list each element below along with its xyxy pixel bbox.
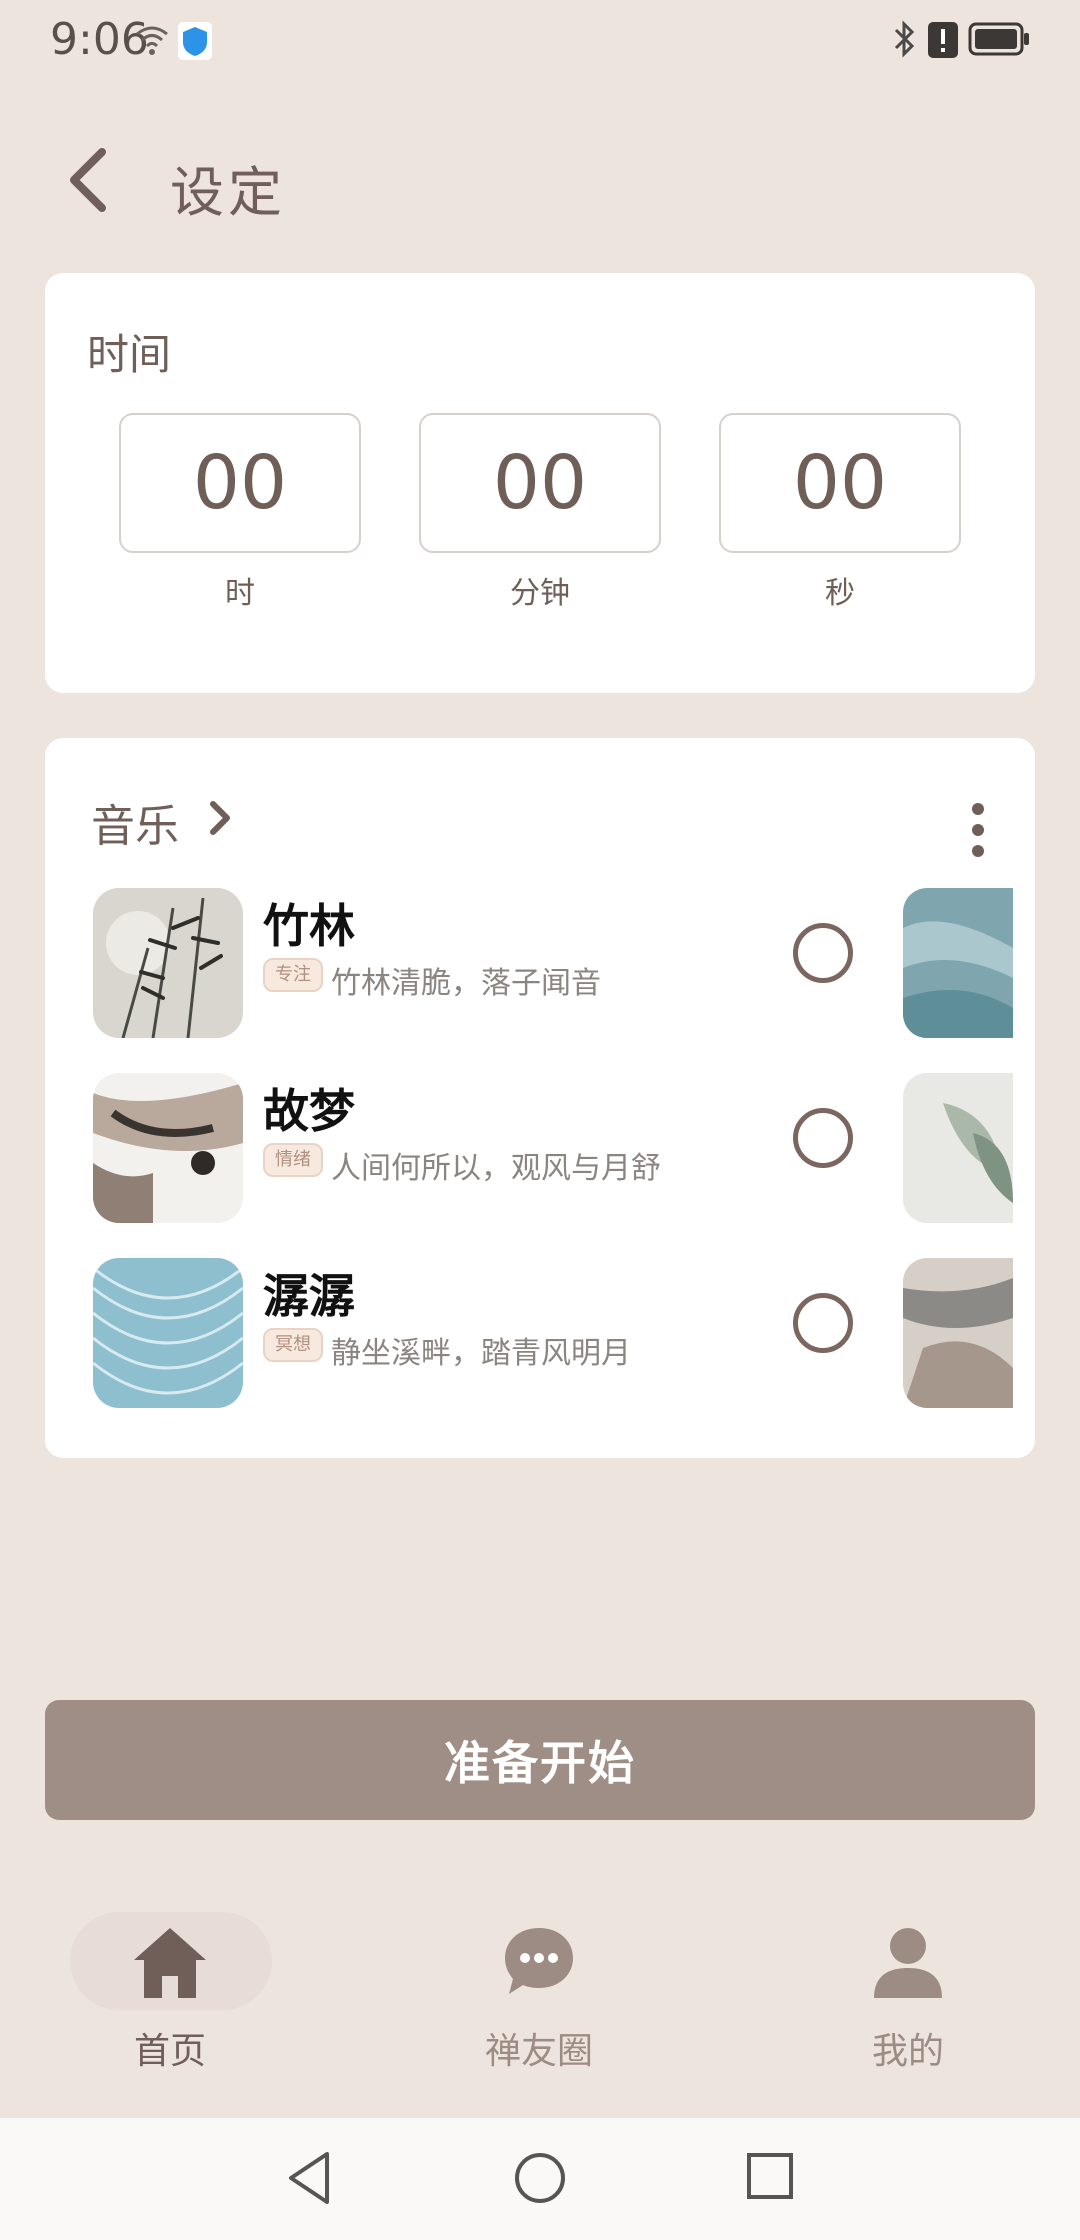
track-description: 人间何所以，观风与月舒: [331, 1151, 661, 1186]
track-item[interactable]: 竹林 专注 竹林清脆，落子闻音: [93, 888, 853, 1038]
home-icon: [134, 1928, 206, 1998]
track-description: 竹林清脆，落子闻音: [331, 966, 601, 1001]
track-tag: 专注: [263, 958, 323, 992]
nav-label-home: 首页: [133, 2031, 206, 2072]
track-select-radio[interactable]: [793, 1108, 853, 1168]
bluetooth-icon: [894, 20, 915, 58]
minutes-input[interactable]: 00: [419, 413, 661, 553]
more-options-icon[interactable]: [963, 800, 993, 860]
system-recents-icon[interactable]: [746, 2152, 794, 2200]
track-thumbnail-water: [93, 1258, 243, 1408]
track-select-radio[interactable]: [793, 1293, 853, 1353]
track-item[interactable]: 潺潺 冥想 静坐溪畔，踏青风明月: [93, 1258, 853, 1408]
system-home-icon[interactable]: [514, 2152, 566, 2204]
track-thumbnail-bamboo: [93, 888, 243, 1038]
music-title[interactable]: 音乐: [91, 790, 179, 854]
person-icon: [874, 1928, 942, 1998]
page-title: 设定: [170, 161, 286, 224]
wifi-icon: [136, 26, 168, 55]
screen: 9:06 设定 时间 00 时 00 分钟 00 秒 音乐 竹林 专注 竹林清脆…: [0, 0, 1080, 2240]
nav-label-community: 禅友圈: [484, 2031, 593, 2072]
shield-icon: [178, 22, 212, 60]
time-card-title: 时间: [87, 330, 172, 379]
battery-icon: [968, 22, 1029, 56]
alert-icon: [928, 22, 958, 58]
seconds-label: 秒: [825, 576, 855, 611]
track-description: 静坐溪畔，踏青风明月: [331, 1336, 631, 1371]
track-thumbnail-ink: [93, 1073, 243, 1223]
minutes-label: 分钟: [510, 576, 570, 611]
track-thumbnail-peek[interactable]: [903, 888, 1013, 1038]
time-card: 时间 00 时 00 分钟 00 秒: [45, 273, 1035, 693]
back-button[interactable]: [62, 140, 122, 220]
track-item[interactable]: 故梦 情绪 人间何所以，观风与月舒: [93, 1073, 853, 1223]
track-name: 故梦: [263, 1084, 355, 1138]
hours-input[interactable]: 00: [119, 413, 361, 553]
track-name: 潺潺: [263, 1269, 355, 1323]
track-name: 竹林: [263, 899, 355, 953]
nav-label-profile: 我的: [871, 2031, 944, 2072]
track-thumbnail-peek[interactable]: [903, 1258, 1013, 1408]
track-thumbnail-peek[interactable]: [903, 1073, 1013, 1223]
seconds-input[interactable]: 00: [719, 413, 961, 553]
system-nav-bar: [0, 2118, 1080, 2240]
music-card: 音乐 竹林 专注 竹林清脆，落子闻音 故梦 情绪 人间何所以，观风与月舒 潺潺 …: [45, 738, 1035, 1458]
nav-item-community[interactable]: 禅友圈: [429, 1912, 649, 2102]
track-select-radio[interactable]: [793, 923, 853, 983]
chat-bubble-icon: [505, 1928, 573, 1994]
system-back-icon[interactable]: [285, 2148, 335, 2208]
status-bar: 9:06: [0, 0, 1080, 80]
track-tag: 情绪: [263, 1143, 323, 1177]
track-tag: 冥想: [263, 1328, 323, 1362]
start-button[interactable]: 准备开始: [45, 1700, 1035, 1820]
nav-item-home[interactable]: 首页: [60, 1912, 280, 2102]
chevron-right-icon[interactable]: [205, 796, 237, 840]
nav-item-profile[interactable]: 我的: [798, 1912, 1018, 2102]
hours-label: 时: [225, 576, 255, 611]
